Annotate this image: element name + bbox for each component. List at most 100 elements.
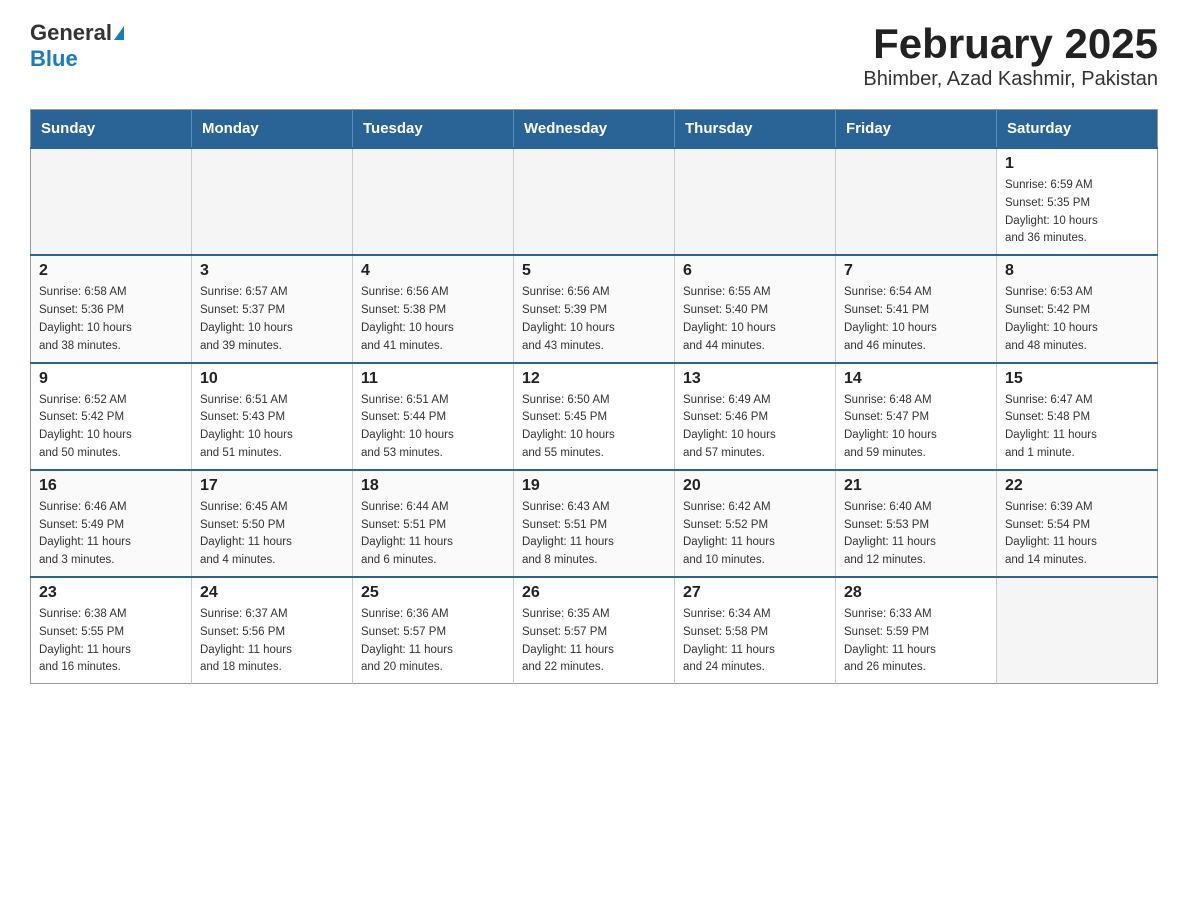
calendar-cell: 15 Sunrise: 6:47 AM Sunset: 5:48 PM Dayli… xyxy=(997,363,1158,470)
calendar-table: SundayMondayTuesdayWednesdayThursdayFrid… xyxy=(30,109,1158,684)
day-number: 17 xyxy=(200,477,344,495)
day-number: 21 xyxy=(844,477,988,495)
day-number: 18 xyxy=(361,477,505,495)
calendar-cell: 17 Sunrise: 6:45 AM Sunset: 5:50 PM Dayli… xyxy=(192,470,353,577)
calendar-cell: 26Sunrise: 6:35 AM Sunset: 5:57 PM Dayli… xyxy=(514,577,675,684)
day-info: Sunrise: 6:36 AM Sunset: 5:57 PM Dayligh… xyxy=(361,606,505,677)
day-number: 8 xyxy=(1005,262,1149,280)
calendar-body: 1 Sunrise: 6:59 AM Sunset: 5:35 PM Daylig… xyxy=(31,148,1158,684)
day-info: Sunrise: 6:59 AM Sunset: 5:35 PM Dayligh… xyxy=(1005,177,1149,248)
day-number: 5 xyxy=(522,262,666,280)
day-number: 22 xyxy=(1005,477,1149,495)
day-info: Sunrise: 6:38 AM Sunset: 5:55 PM Dayligh… xyxy=(39,606,183,677)
day-number: 4 xyxy=(361,262,505,280)
calendar-cell: 6Sunrise: 6:55 AM Sunset: 5:40 PM Daylig… xyxy=(675,255,836,362)
calendar-cell: 12 Sunrise: 6:50 AM Sunset: 5:45 PM Dayli… xyxy=(514,363,675,470)
day-number: 25 xyxy=(361,584,505,602)
calendar-cell: 4 Sunrise: 6:56 AM Sunset: 5:38 PM Daylig… xyxy=(353,255,514,362)
day-info: Sunrise: 6:58 AM Sunset: 5:36 PM Dayligh… xyxy=(39,284,183,355)
logo-arrow-icon xyxy=(114,26,124,40)
calendar-cell xyxy=(192,148,353,255)
day-number: 2 xyxy=(39,262,183,280)
day-info: Sunrise: 6:48 AM Sunset: 5:47 PM Dayligh… xyxy=(844,392,988,463)
calendar-cell: 13 Sunrise: 6:49 AM Sunset: 5:46 PM Dayli… xyxy=(675,363,836,470)
day-info: Sunrise: 6:33 AM Sunset: 5:59 PM Dayligh… xyxy=(844,606,988,677)
day-number: 20 xyxy=(683,477,827,495)
day-number: 27 xyxy=(683,584,827,602)
day-info: Sunrise: 6:37 AM Sunset: 5:56 PM Dayligh… xyxy=(200,606,344,677)
calendar-cell xyxy=(997,577,1158,684)
day-info: Sunrise: 6:57 AM Sunset: 5:37 PM Dayligh… xyxy=(200,284,344,355)
day-info: Sunrise: 6:51 AM Sunset: 5:43 PM Dayligh… xyxy=(200,392,344,463)
calendar-cell: 5 Sunrise: 6:56 AM Sunset: 5:39 PM Daylig… xyxy=(514,255,675,362)
day-info: Sunrise: 6:49 AM Sunset: 5:46 PM Dayligh… xyxy=(683,392,827,463)
day-number: 12 xyxy=(522,370,666,388)
week-row-2: 2 Sunrise: 6:58 AM Sunset: 5:36 PM Daylig… xyxy=(31,255,1158,362)
calendar-cell xyxy=(836,148,997,255)
day-info: Sunrise: 6:47 AM Sunset: 5:48 PM Dayligh… xyxy=(1005,392,1149,463)
logo: General Blue xyxy=(30,20,124,72)
day-info: Sunrise: 6:46 AM Sunset: 5:49 PM Dayligh… xyxy=(39,499,183,570)
logo-blue-text: Blue xyxy=(30,46,78,72)
header-day-friday: Friday xyxy=(836,110,997,149)
day-info: Sunrise: 6:51 AM Sunset: 5:44 PM Dayligh… xyxy=(361,392,505,463)
header-row: SundayMondayTuesdayWednesdayThursdayFrid… xyxy=(31,110,1158,149)
day-info: Sunrise: 6:56 AM Sunset: 5:39 PM Dayligh… xyxy=(522,284,666,355)
calendar-cell: 1 Sunrise: 6:59 AM Sunset: 5:35 PM Daylig… xyxy=(997,148,1158,255)
calendar-cell xyxy=(675,148,836,255)
day-number: 3 xyxy=(200,262,344,280)
day-info: Sunrise: 6:34 AM Sunset: 5:58 PM Dayligh… xyxy=(683,606,827,677)
day-info: Sunrise: 6:39 AM Sunset: 5:54 PM Dayligh… xyxy=(1005,499,1149,570)
calendar-cell: 19Sunrise: 6:43 AM Sunset: 5:51 PM Dayli… xyxy=(514,470,675,577)
calendar-cell: 23 Sunrise: 6:38 AM Sunset: 5:55 PM Dayli… xyxy=(31,577,192,684)
calendar-cell: 16 Sunrise: 6:46 AM Sunset: 5:49 PM Dayli… xyxy=(31,470,192,577)
calendar-cell: 10 Sunrise: 6:51 AM Sunset: 5:43 PM Dayli… xyxy=(192,363,353,470)
day-info: Sunrise: 6:56 AM Sunset: 5:38 PM Dayligh… xyxy=(361,284,505,355)
calendar-cell: 2 Sunrise: 6:58 AM Sunset: 5:36 PM Daylig… xyxy=(31,255,192,362)
page-header: General Blue February 2025 Bhimber, Azad… xyxy=(30,20,1158,91)
day-number: 15 xyxy=(1005,370,1149,388)
calendar-cell: 18 Sunrise: 6:44 AM Sunset: 5:51 PM Dayli… xyxy=(353,470,514,577)
day-number: 11 xyxy=(361,370,505,388)
day-info: Sunrise: 6:52 AM Sunset: 5:42 PM Dayligh… xyxy=(39,392,183,463)
calendar-cell: 27 Sunrise: 6:34 AM Sunset: 5:58 PM Dayli… xyxy=(675,577,836,684)
day-number: 7 xyxy=(844,262,988,280)
page-subtitle: Bhimber, Azad Kashmir, Pakistan xyxy=(863,68,1158,91)
day-number: 26 xyxy=(522,584,666,602)
header-day-monday: Monday xyxy=(192,110,353,149)
header-day-thursday: Thursday xyxy=(675,110,836,149)
calendar-cell: 11 Sunrise: 6:51 AM Sunset: 5:44 PM Dayli… xyxy=(353,363,514,470)
day-number: 6 xyxy=(683,262,827,280)
calendar-cell xyxy=(514,148,675,255)
calendar-cell: 20 Sunrise: 6:42 AM Sunset: 5:52 PM Dayli… xyxy=(675,470,836,577)
day-number: 9 xyxy=(39,370,183,388)
day-info: Sunrise: 6:45 AM Sunset: 5:50 PM Dayligh… xyxy=(200,499,344,570)
day-info: Sunrise: 6:40 AM Sunset: 5:53 PM Dayligh… xyxy=(844,499,988,570)
calendar-cell xyxy=(353,148,514,255)
day-number: 16 xyxy=(39,477,183,495)
title-section: February 2025 Bhimber, Azad Kashmir, Pak… xyxy=(863,20,1158,91)
day-number: 23 xyxy=(39,584,183,602)
day-info: Sunrise: 6:42 AM Sunset: 5:52 PM Dayligh… xyxy=(683,499,827,570)
calendar-cell: 28 Sunrise: 6:33 AM Sunset: 5:59 PM Dayli… xyxy=(836,577,997,684)
calendar-header: SundayMondayTuesdayWednesdayThursdayFrid… xyxy=(31,110,1158,149)
calendar-cell: 25 Sunrise: 6:36 AM Sunset: 5:57 PM Dayli… xyxy=(353,577,514,684)
day-info: Sunrise: 6:53 AM Sunset: 5:42 PM Dayligh… xyxy=(1005,284,1149,355)
week-row-4: 16 Sunrise: 6:46 AM Sunset: 5:49 PM Dayli… xyxy=(31,470,1158,577)
day-info: Sunrise: 6:54 AM Sunset: 5:41 PM Dayligh… xyxy=(844,284,988,355)
day-number: 13 xyxy=(683,370,827,388)
day-number: 10 xyxy=(200,370,344,388)
calendar-cell: 8 Sunrise: 6:53 AM Sunset: 5:42 PM Daylig… xyxy=(997,255,1158,362)
week-row-3: 9 Sunrise: 6:52 AM Sunset: 5:42 PM Daylig… xyxy=(31,363,1158,470)
day-number: 24 xyxy=(200,584,344,602)
day-info: Sunrise: 6:44 AM Sunset: 5:51 PM Dayligh… xyxy=(361,499,505,570)
header-day-saturday: Saturday xyxy=(997,110,1158,149)
calendar-cell: 22 Sunrise: 6:39 AM Sunset: 5:54 PM Dayli… xyxy=(997,470,1158,577)
day-info: Sunrise: 6:50 AM Sunset: 5:45 PM Dayligh… xyxy=(522,392,666,463)
header-day-tuesday: Tuesday xyxy=(353,110,514,149)
calendar-cell: 3 Sunrise: 6:57 AM Sunset: 5:37 PM Daylig… xyxy=(192,255,353,362)
week-row-5: 23 Sunrise: 6:38 AM Sunset: 5:55 PM Dayli… xyxy=(31,577,1158,684)
day-number: 28 xyxy=(844,584,988,602)
day-number: 1 xyxy=(1005,155,1149,173)
header-day-sunday: Sunday xyxy=(31,110,192,149)
